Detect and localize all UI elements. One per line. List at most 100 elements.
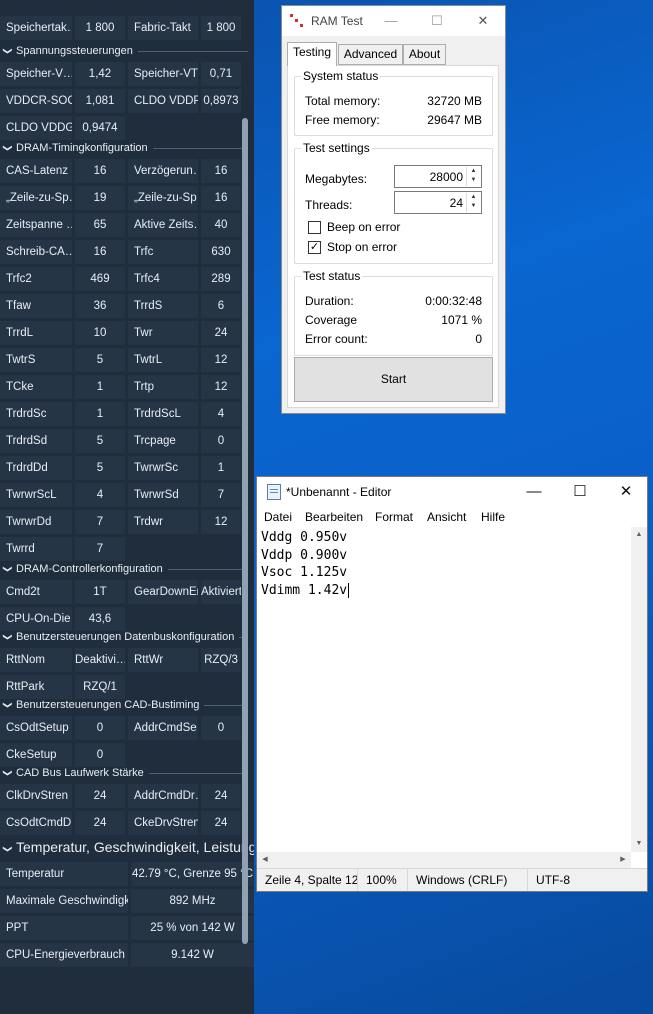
section-header-databus[interactable]: ❯ Benutzersteuerungen Datenbuskonfigurati… xyxy=(0,627,254,647)
minimize-icon[interactable]: — xyxy=(368,6,414,36)
notepad-title: *Unbenannt - Editor xyxy=(286,485,392,499)
info-label: TwtrL xyxy=(128,348,198,372)
info-value: 4 xyxy=(75,483,125,507)
info-value: 5 xyxy=(75,456,125,480)
info-label: TCke xyxy=(0,375,72,399)
info-row: Schreib-CA… 16 Trfc 630 xyxy=(0,240,254,264)
section-title: CAD Bus Laufwerk Stärke xyxy=(16,767,144,779)
info-label: Schreib-CA… xyxy=(0,240,72,264)
close-icon[interactable]: ✕ xyxy=(460,6,506,36)
spin-up-icon[interactable]: ▲ xyxy=(467,193,480,202)
section-title: DRAM-Controllerkonfiguration xyxy=(16,563,163,575)
threads-label: Threads: xyxy=(305,198,353,212)
notepad-app-icon xyxy=(267,484,281,500)
menu-datei[interactable]: Datei xyxy=(264,510,292,524)
minimize-icon[interactable]: — xyxy=(511,477,557,507)
menu-hilfe[interactable]: Hilfe xyxy=(481,510,505,524)
info-label: TrrdS xyxy=(128,294,198,318)
notepad-titlebar[interactable]: *Unbenannt - Editor — ☐ ✕ xyxy=(257,477,647,507)
info-value: 7 xyxy=(201,483,241,507)
info-label: TrrdL xyxy=(0,321,72,345)
notepad-menubar: Datei Bearbeiten Format Ansicht Hilfe xyxy=(257,507,647,527)
chevron-down-icon[interactable]: ❯ xyxy=(0,697,18,713)
text-line: Vddg 0.950v xyxy=(261,530,348,545)
maximize-icon[interactable]: ☐ xyxy=(557,477,603,507)
info-value: 1,42 xyxy=(75,62,125,86)
beep-on-error-checkbox[interactable] xyxy=(308,221,321,234)
info-label: AddrCmdDr… xyxy=(128,784,198,808)
threads-stepper[interactable]: 24 ▲ ▼ xyxy=(394,191,482,214)
scroll-down-icon[interactable]: ▼ xyxy=(631,836,647,852)
coverage-value: 1071 % xyxy=(441,313,482,327)
ramtest-titlebar[interactable]: RAM Test — ☐ ✕ xyxy=(282,6,505,36)
chevron-down-icon[interactable]: ❯ xyxy=(0,43,18,59)
info-value: 12 xyxy=(201,375,241,399)
chevron-down-icon[interactable]: ❯ xyxy=(0,140,18,156)
stop-on-error-checkbox[interactable]: ✓ xyxy=(308,241,321,254)
info-row: Temperatur 42.79 °C, Grenze 95 °C xyxy=(0,862,254,886)
section-title: Benutzersteuerungen Datenbuskonfiguratio… xyxy=(16,631,235,643)
coverage-label: Coverage xyxy=(305,313,358,327)
duration-value: 0:00:32:48 xyxy=(425,294,482,308)
chevron-down-icon[interactable]: ❯ xyxy=(0,561,18,577)
info-value: 0 xyxy=(201,716,241,740)
duration-label: Duration: xyxy=(305,294,354,308)
test-settings-group: Test settings Megabytes: 28000 ▲ ▼ Thread… xyxy=(294,141,493,264)
info-value: 289 xyxy=(201,267,241,291)
info-label: VDDCR-SOC xyxy=(0,89,72,113)
info-value: 12 xyxy=(201,348,241,372)
spin-up-icon[interactable]: ▲ xyxy=(467,167,480,176)
horizontal-scrollbar[interactable]: ◀ ▶ xyxy=(257,852,631,868)
notepad-text-area[interactable]: Vddg 0.950v Vddp 0.900v Vsoc 1.125v Vdim… xyxy=(257,527,634,852)
section-header-temperature[interactable]: ❯ Temperatur, Geschwindigkeit, Leistung xyxy=(0,835,254,859)
section-header-voltage[interactable]: ❯ Spannungssteuerungen xyxy=(0,41,254,61)
spin-down-icon[interactable]: ▼ xyxy=(467,176,480,185)
scroll-up-icon[interactable]: ▲ xyxy=(631,527,647,543)
info-row: CPU-Energieverbrauch 9.142 W xyxy=(0,943,254,967)
total-memory-label: Total memory: xyxy=(305,94,381,108)
scroll-left-icon[interactable]: ◀ xyxy=(257,852,273,868)
menu-format[interactable]: Format xyxy=(375,510,413,524)
info-value: 6 xyxy=(201,294,241,318)
info-label: TwrwrScL xyxy=(0,483,72,507)
menu-bearbeiten[interactable]: Bearbeiten xyxy=(305,510,363,524)
info-row: TrdrdSc 1 TrdrdScL 4 xyxy=(0,402,254,426)
info-value: 24 xyxy=(201,784,241,808)
tab-testing[interactable]: Testing xyxy=(287,42,337,66)
chevron-down-icon[interactable]: ❯ xyxy=(0,629,18,645)
info-label: RttWr xyxy=(128,648,198,672)
info-row: CsOdtCmdD…24CkeDrvStren24 xyxy=(0,811,254,835)
info-row: TwrwrDd 7 Trdwr 12 xyxy=(0,510,254,534)
section-title: Benutzersteuerungen CAD-Bustiming xyxy=(16,699,200,711)
info-row: ClkDrvStren24AddrCmdDr…24 xyxy=(0,784,254,808)
tab-advanced[interactable]: Advanced xyxy=(338,44,403,65)
info-label: Zeitspanne … xyxy=(0,213,72,237)
chevron-down-icon[interactable]: ❯ xyxy=(0,765,18,781)
beep-on-error-label[interactable]: Beep on error xyxy=(327,220,400,234)
info-value: 7 xyxy=(75,537,125,561)
stop-on-error-label[interactable]: Stop on error xyxy=(327,240,397,254)
tab-about[interactable]: About xyxy=(403,44,446,65)
threads-value: 24 xyxy=(449,196,463,210)
megabytes-stepper[interactable]: 28000 ▲ ▼ xyxy=(394,165,482,188)
section-header-dram_controller[interactable]: ❯ DRAM-Controllerkonfiguration xyxy=(0,559,254,579)
start-button[interactable]: Start xyxy=(294,357,493,402)
section-header-cad_bus_strength[interactable]: ❯ CAD Bus Laufwerk Stärke xyxy=(0,763,254,783)
info-row: „Zeile-zu-Sp…19„Zeile-zu-Sp…16 xyxy=(0,186,254,210)
section-header-dram_timing[interactable]: ❯ DRAM-Timingkonfiguration xyxy=(0,138,254,158)
panel-scrollbar[interactable] xyxy=(242,118,248,944)
menu-ansicht[interactable]: Ansicht xyxy=(427,510,466,524)
info-value: 469 xyxy=(75,267,125,291)
chevron-down-icon[interactable]: ❯ xyxy=(0,841,20,857)
cursor-position: Zeile 4, Spalte 12 xyxy=(265,873,359,887)
free-memory-label: Free memory: xyxy=(305,113,380,127)
info-label: Trcpage xyxy=(128,429,198,453)
info-value: 36 xyxy=(75,294,125,318)
maximize-icon[interactable]: ☐ xyxy=(414,6,460,36)
section-header-cad_bustiming[interactable]: ❯ Benutzersteuerungen CAD-Bustiming xyxy=(0,695,254,715)
vertical-scrollbar[interactable]: ▲ ▼ xyxy=(631,527,647,852)
close-icon[interactable]: ✕ xyxy=(603,477,649,507)
scroll-right-icon[interactable]: ▶ xyxy=(615,852,631,868)
info-value: 0,9474 xyxy=(75,116,125,140)
spin-down-icon[interactable]: ▼ xyxy=(467,202,480,211)
